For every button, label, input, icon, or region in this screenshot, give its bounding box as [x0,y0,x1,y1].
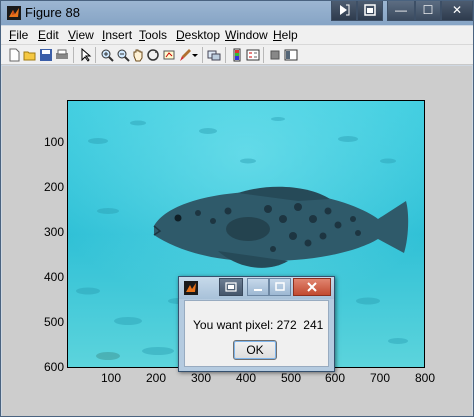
matlab-logo-icon [7,6,21,20]
y-tick-label: 400 [44,270,65,284]
colorbar-icon[interactable] [230,48,244,62]
dialog-body: You want pixel: 272 241 OK [184,300,329,367]
y-tick-label: 200 [44,180,65,194]
menu-view[interactable]: View [68,28,94,42]
menu-window[interactable]: Window [225,28,268,42]
link-plot-icon[interactable] [207,48,221,62]
x-tick-label: 700 [370,371,391,385]
title-bar[interactable]: Figure 88 — ☐ ✕ [1,1,473,25]
menu-insert[interactable]: Insert [102,28,132,42]
toolbar-separator [73,47,74,63]
menu-help[interactable]: Help [273,28,298,42]
menu-file[interactable]: File [9,28,28,42]
new-figure-icon[interactable] [7,48,21,62]
x-tick-label: 200 [146,371,167,385]
data-cursor-icon[interactable] [162,48,176,62]
x-tick-label: 400 [236,371,257,385]
y-tick-label: 500 [44,315,65,329]
rotate-3d-icon[interactable] [146,48,160,62]
dialog-title-bar[interactable] [179,277,334,299]
figure-window: Figure 88 — ☐ ✕ File Edit View Insert To… [0,0,474,417]
dialog-dock-icon[interactable] [219,278,243,296]
y-tick-label: 300 [44,225,65,239]
x-tick-label: 300 [191,371,212,385]
dialog-message: You want pixel: 272 241 [193,318,324,332]
restore-window-icon[interactable] [357,1,383,21]
close-button[interactable]: ✕ [441,1,473,21]
show-plot-tools-icon[interactable] [284,48,298,62]
dialog-close-button[interactable] [293,278,331,296]
menu-desktop[interactable]: Desktop [176,28,220,42]
toolbar-separator [202,47,203,63]
menu-tools[interactable]: Tools [139,28,167,42]
open-file-icon[interactable] [23,48,37,62]
dialog-minimize-button[interactable] [247,278,269,296]
y-tick-label: 100 [44,135,65,149]
hide-plot-tools-icon[interactable] [268,48,282,62]
ok-button[interactable]: OK [233,340,277,360]
save-icon[interactable] [39,48,53,62]
minimize-button[interactable]: — [387,1,415,21]
maximize-button[interactable]: ☐ [415,1,441,21]
message-dialog: You want pixel: 272 241 OK [178,276,335,372]
pan-hand-icon[interactable] [131,48,145,62]
y-tick-label: 600 [44,360,65,374]
x-tick-label: 500 [281,371,302,385]
dock-icon[interactable] [331,1,357,21]
toolbar-separator [95,47,96,63]
toolbar-separator [263,47,264,63]
menu-edit[interactable]: Edit [38,28,59,42]
menu-bar: File Edit View Insert Tools Desktop Wind… [1,26,473,45]
edit-plot-arrow-icon[interactable] [79,48,93,62]
toolbar-separator [225,47,226,63]
x-tick-label: 100 [101,371,122,385]
window-title: Figure 88 [25,5,80,20]
legend-icon[interactable] [246,48,260,62]
zoom-in-icon[interactable] [100,48,114,62]
matlab-logo-icon [184,281,198,295]
dialog-maximize-button[interactable] [269,278,291,296]
brush-dropdown-icon[interactable] [191,48,199,62]
x-tick-label: 800 [415,371,436,385]
brush-icon[interactable] [178,48,192,62]
figure-toolbar [1,45,473,65]
zoom-out-icon[interactable] [116,48,130,62]
x-tick-label: 600 [325,371,346,385]
print-icon[interactable] [55,48,69,62]
